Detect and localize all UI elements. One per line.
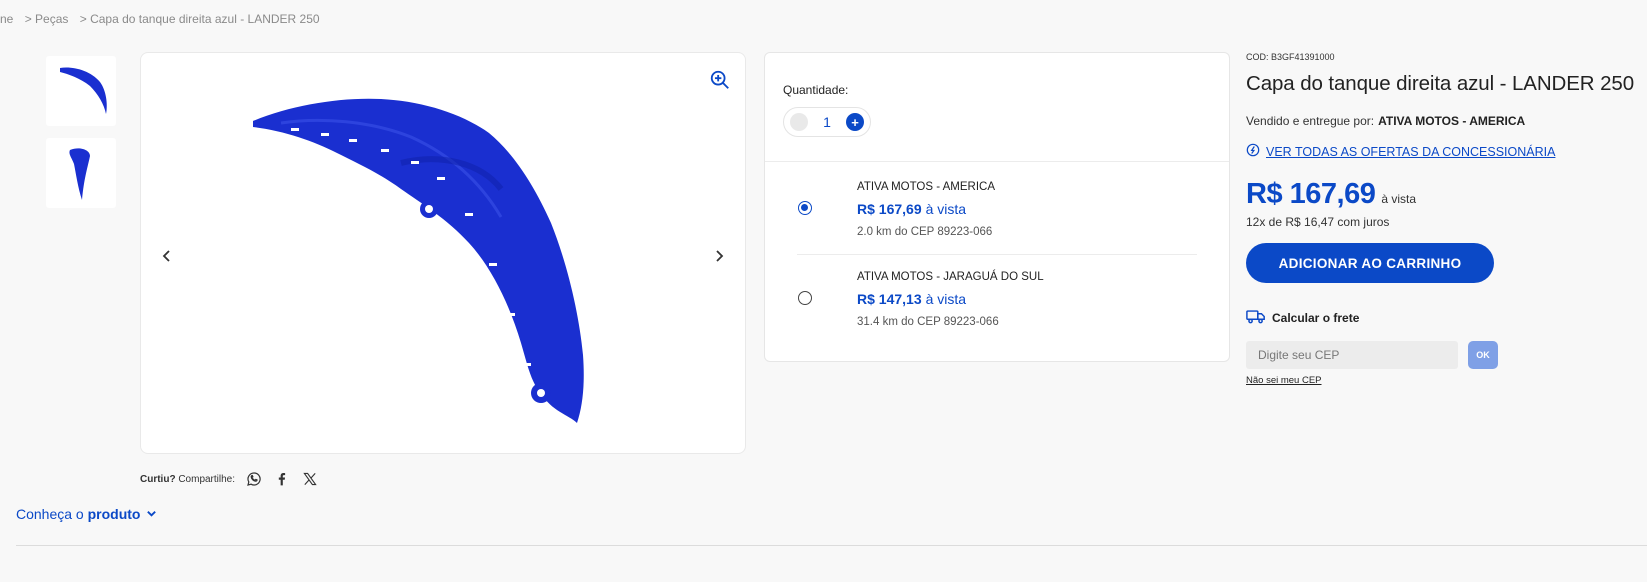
share-bar: Curtiu? Compartilhe: [140, 470, 319, 488]
quantity-label: Quantidade: [783, 83, 849, 97]
installments: 12x de R$ 16,47 com juros [1246, 215, 1390, 229]
offer-price: R$ 167,69 à vista [857, 201, 967, 217]
offer-item[interactable]: ATIVA MOTOS - JARAGUÁ DO SUL R$ 147,13 à … [765, 253, 1229, 339]
breadcrumb-current: > Capa do tanque direita azul - LANDER 2… [79, 12, 320, 26]
quantity-value[interactable]: 1 [823, 114, 831, 130]
truck-icon [1246, 309, 1266, 327]
offer-item[interactable]: ATIVA MOTOS - AMERICA R$ 167,69 à vista 2… [765, 163, 1229, 249]
thumbnail-2[interactable] [46, 138, 116, 208]
cep-input[interactable] [1246, 341, 1458, 369]
nao-sei-cep-link[interactable]: Não sei meu CEP [1246, 375, 1636, 386]
offers-divider [765, 161, 1229, 162]
add-to-cart-button[interactable]: ADICIONAR AO CARRINHO [1246, 243, 1494, 283]
price-vista: à vista [1381, 192, 1417, 206]
whatsapp-icon[interactable] [245, 470, 263, 488]
share-label: Curtiu? Compartilhe: [140, 473, 236, 485]
seller-info: Vendido e entregue por: ATIVA MOTOS - AME… [1246, 114, 1526, 128]
offer-distance: 31.4 km do CEP 89223-066 [857, 316, 999, 328]
facebook-icon[interactable] [273, 470, 291, 488]
quantity-increase-button[interactable]: + [845, 113, 864, 131]
quantity-decrease-button[interactable] [790, 113, 808, 131]
offer-price: R$ 147,13 à vista [857, 291, 967, 307]
product-image [253, 98, 584, 423]
clock-icon [1246, 143, 1260, 160]
breadcrumb-pecas[interactable]: > Peças [25, 12, 69, 26]
cep-row: OK [1246, 341, 1636, 369]
offer-distance: 2.0 km do CEP 89223-066 [857, 226, 993, 238]
frete-label: Calcular o frete [1246, 309, 1636, 327]
product-price: R$ 167,69 [1246, 178, 1376, 210]
seller-name: ATIVA MOTOS - AMERICA [1378, 114, 1526, 128]
conheca-produto-toggle[interactable]: Conheça o produto [16, 506, 157, 522]
price-row: R$ 167,69 à vista [1246, 178, 1636, 211]
quantity-stepper: 1 + [783, 107, 871, 137]
chevron-left-icon[interactable] [155, 241, 179, 271]
offer-seller: ATIVA MOTOS - JARAGUÁ DO SUL [857, 271, 1044, 283]
breadcrumb: ne > Peças > Capa do tanque direita azul… [0, 12, 328, 26]
offer-seller: ATIVA MOTOS - AMERICA [857, 181, 996, 193]
product-info: COD: B3GF41391000 Capa do tanque direita… [1246, 52, 1636, 386]
offers-panel: Quantidade: 1 + ATIVA MOTOS - AMERICA R$… [764, 52, 1230, 362]
product-gallery [140, 52, 746, 454]
all-offers-link[interactable]: VER TODAS AS OFERTAS DA CONCESSIONÁRIA [1246, 143, 1636, 160]
cep-ok-button[interactable]: OK [1468, 341, 1498, 369]
breadcrumb-home[interactable]: ne [0, 12, 13, 26]
thumbnail-1[interactable] [46, 56, 116, 126]
x-icon[interactable] [301, 470, 319, 488]
product-title: Capa do tanque direita azul - LANDER 250 [1246, 72, 1635, 95]
chevron-down-icon [146, 506, 157, 522]
conheca-label: Conheça o produto [16, 506, 141, 522]
offer-radio-selected[interactable] [798, 201, 812, 215]
chevron-right-icon[interactable] [707, 241, 731, 271]
offer-radio[interactable] [798, 291, 812, 305]
section-divider [16, 545, 1647, 546]
product-code: COD: B3GF41391000 [1246, 52, 1335, 62]
zoom-in-icon[interactable] [709, 69, 733, 93]
